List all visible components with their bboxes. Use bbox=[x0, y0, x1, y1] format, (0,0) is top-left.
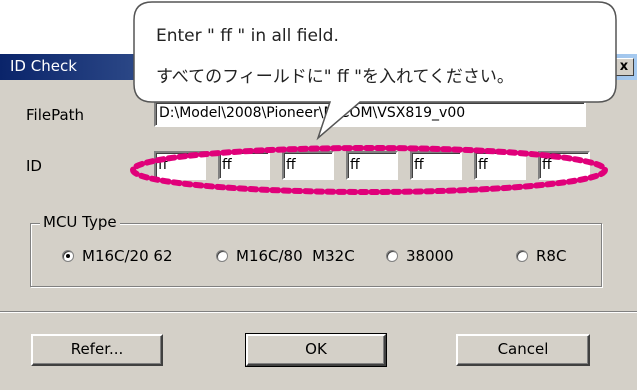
callout-line-1: Enter " ff " in all field. bbox=[156, 26, 339, 46]
callout-overlay bbox=[130, 1, 617, 195]
highlight-ellipse bbox=[130, 145, 608, 195]
callout-line-2: すべてのフィールドに" ff "を入れてください。 bbox=[156, 67, 514, 87]
